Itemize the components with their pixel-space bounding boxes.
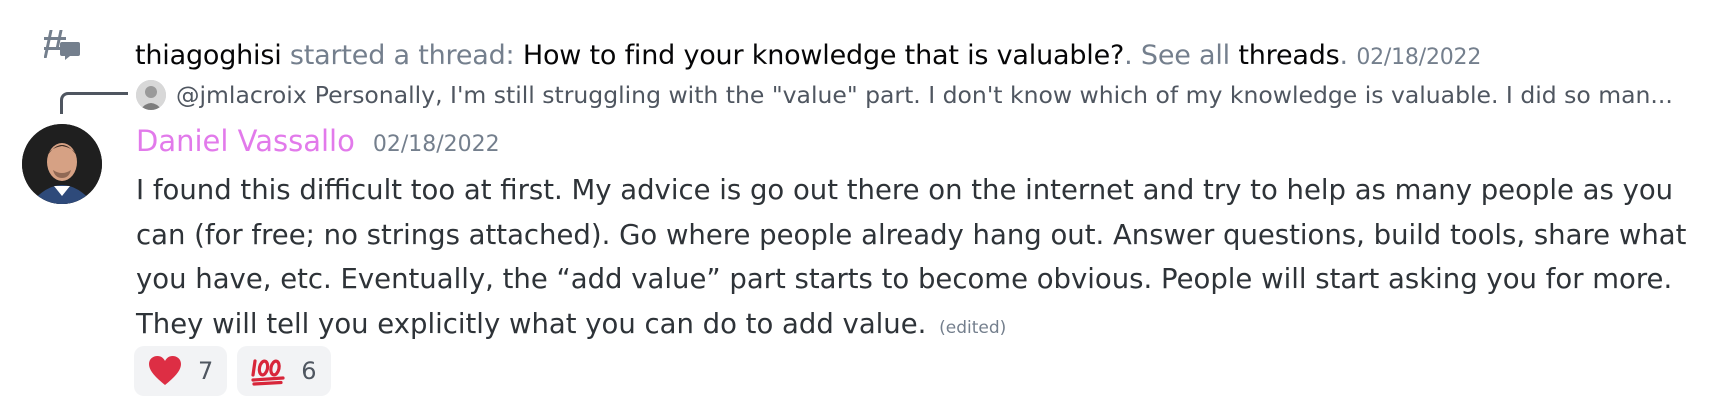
hundred-points-emoji-icon — [251, 355, 285, 387]
message-body: I found this difficult too at first. My … — [136, 168, 1687, 351]
reply-spine — [60, 92, 128, 114]
author-name[interactable]: Daniel Vassallo — [136, 124, 355, 158]
threads-link[interactable]: threads — [1238, 40, 1339, 71]
reply-snippet[interactable]: Personally, I'm still struggling with th… — [315, 81, 1673, 109]
reaction-heart[interactable]: 7 — [134, 346, 228, 396]
see-all-text: . See all — [1124, 40, 1239, 71]
heart-emoji-icon — [148, 355, 182, 387]
message-header: Daniel Vassallo 02/18/2022 — [136, 124, 500, 164]
edited-label: (edited) — [939, 317, 1007, 338]
threads-link-suffix: . — [1339, 40, 1349, 71]
reaction-count: 7 — [198, 357, 214, 385]
message-line: can (for free; no strings attached). Go … — [136, 218, 1687, 251]
author-avatar[interactable] — [22, 124, 102, 204]
thread-starter-name[interactable]: thiagoghisi — [135, 40, 282, 71]
reactions-bar: 7 6 — [134, 346, 331, 396]
message-timestamp: 02/18/2022 — [372, 132, 500, 157]
message-line: They will tell you explicitly what you c… — [136, 307, 927, 340]
reaction-hundred[interactable]: 6 — [237, 346, 331, 396]
thread-action-text: started a thread: — [281, 40, 523, 71]
reply-avatar[interactable] — [136, 80, 166, 110]
reply-reference[interactable]: @jmlacroix Personally, I'm still struggl… — [136, 78, 1673, 112]
thread-title-link[interactable]: How to find your knowledge that is valua… — [523, 40, 1124, 71]
message-line-last: They will tell you explicitly what you c… — [136, 302, 1636, 351]
message-line: I found this difficult too at first. My … — [136, 174, 1674, 206]
thread-icon — [43, 28, 80, 60]
thread-timestamp: 02/18/2022 — [1356, 45, 1482, 70]
thread-notification: thiagoghisi started a thread: How to fin… — [0, 18, 1730, 71]
reaction-count: 6 — [301, 357, 317, 385]
reply-username[interactable]: @jmlacroix — [176, 81, 307, 109]
message-line: you have, etc. Eventually, the “add valu… — [136, 263, 1673, 295]
